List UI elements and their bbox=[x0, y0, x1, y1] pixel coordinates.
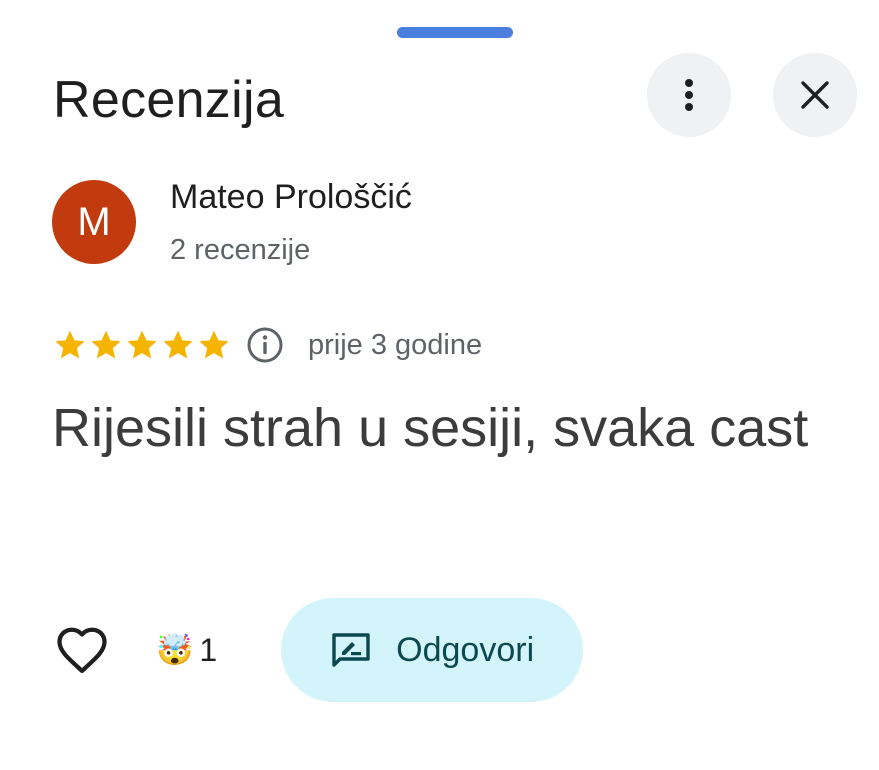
star-icon bbox=[55, 330, 85, 359]
star-rating bbox=[52, 327, 232, 363]
avatar-initial: M bbox=[77, 199, 111, 244]
drag-handle[interactable] bbox=[397, 27, 513, 38]
reply-button-label: Odgovori bbox=[396, 630, 535, 669]
reaction-chip[interactable]: 🤯 1 bbox=[156, 632, 217, 669]
review-text: Rijesili strah u sesiji, svaka cast bbox=[52, 398, 809, 458]
author-name[interactable]: Mateo Prološčić bbox=[170, 175, 412, 219]
review-time: prije 3 godine bbox=[308, 328, 483, 361]
reaction-emoji: 🤯 bbox=[156, 633, 194, 667]
reply-button[interactable]: Odgovori bbox=[281, 598, 584, 702]
info-icon[interactable] bbox=[246, 326, 284, 364]
star-icon bbox=[91, 330, 121, 359]
rate-review-icon bbox=[332, 633, 370, 667]
close-icon bbox=[801, 81, 829, 109]
star-icon bbox=[199, 330, 229, 359]
review-actions: 🤯 1 Odgovori bbox=[52, 598, 584, 702]
rating-row: prije 3 godine bbox=[52, 322, 482, 368]
reaction-count: 1 bbox=[199, 631, 218, 668]
more-options-button[interactable] bbox=[647, 53, 731, 137]
heart-outline-icon bbox=[57, 627, 107, 674]
author-review-count: 2 recenzije bbox=[170, 234, 311, 266]
star-icon bbox=[163, 330, 193, 359]
avatar[interactable]: M bbox=[52, 180, 136, 264]
more-vert-icon bbox=[685, 79, 693, 111]
like-button[interactable] bbox=[52, 620, 112, 680]
page-title: Recenzija bbox=[53, 71, 285, 129]
close-button[interactable] bbox=[773, 53, 857, 137]
star-icon bbox=[127, 330, 157, 359]
